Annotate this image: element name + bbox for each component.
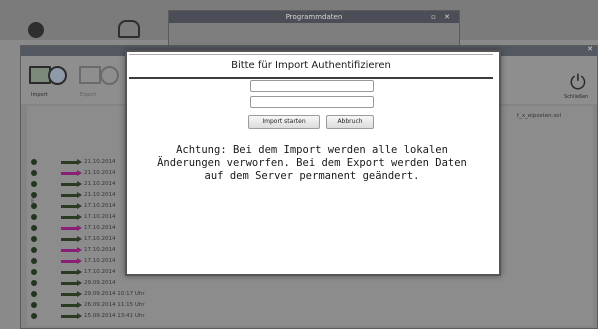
file-name: t_x_eiposten.sol <box>517 113 562 119</box>
dialog-title: Bitte für Import Authentifizieren <box>129 54 493 79</box>
list-item-date: 17.10.2014 <box>84 225 116 231</box>
list-item-date: 21.10.2014 <box>84 181 116 187</box>
list-item-date: 26.09.2014 11:15 Uhr <box>84 302 145 308</box>
export-arrow-icon <box>61 170 82 176</box>
warning-line: Achtung: Bei dem Import werden alle loka… <box>176 144 448 156</box>
import-arrow-icon <box>61 159 82 165</box>
list-item-date: 17.10.2014 <box>84 236 116 242</box>
list-item-date: 29.09.2014 10:17 Uhr <box>84 291 145 297</box>
user-icon <box>28 22 44 38</box>
list-item-date: 17.10.2014 <box>84 247 116 253</box>
import-arrow-icon <box>61 236 82 242</box>
import-arrow-icon <box>61 192 82 198</box>
list-item-date: 17.10.2014 <box>84 214 116 220</box>
import-arrow-icon <box>61 313 82 319</box>
export-arrow-icon <box>61 258 82 264</box>
cloud-icon <box>118 20 140 38</box>
status-dot-icon <box>31 181 37 187</box>
list-item[interactable]: 26.09.2014 11:15 Uhr <box>27 301 593 310</box>
import-arrow-icon <box>61 214 82 220</box>
import-arrow-icon <box>61 203 82 209</box>
auth-dialog: Bitte für Import Authentifizieren Import… <box>125 50 501 276</box>
export-monitor-icon[interactable] <box>79 66 101 84</box>
status-dot-icon <box>31 225 37 231</box>
import-arrow-icon <box>61 280 82 286</box>
import-start-button[interactable]: Import starten <box>248 115 320 129</box>
list-item-date: 17.10.2014 <box>84 258 116 264</box>
status-dot-icon <box>31 302 37 308</box>
import-arrow-icon <box>61 181 82 187</box>
list-item-date: 21.10.2014 <box>84 159 116 165</box>
status-dot-icon <box>31 291 37 297</box>
list-item-date: 15.09.2014 13:41 Uhr <box>84 313 145 319</box>
list-item-date: 21.10.2014 <box>84 192 116 198</box>
status-dot-icon <box>31 247 37 253</box>
export-label[interactable]: Export <box>80 92 96 98</box>
close-icon[interactable]: ✕ <box>587 45 593 53</box>
export-globe-icon[interactable] <box>100 66 119 85</box>
import-arrow-icon <box>61 302 82 308</box>
import-arrow-icon <box>61 269 82 275</box>
programmdaten-titlebar: Programmdaten ▫ ✕ <box>169 11 459 23</box>
warning-line: auf dem Server permanent geändert. <box>204 170 420 182</box>
status-dot-icon <box>31 159 37 165</box>
globe-icon[interactable] <box>48 66 67 85</box>
status-dot-icon <box>31 170 37 176</box>
list-item-date: 17.10.2014 <box>84 269 116 275</box>
list-item[interactable]: 29.09.2014 10:17 Uhr <box>27 290 593 299</box>
close-app-label[interactable]: Schließen <box>564 94 588 100</box>
status-dot-icon <box>31 269 37 275</box>
cancel-button[interactable]: Abbruch <box>326 115 374 129</box>
import-arrow-icon <box>61 291 82 297</box>
username-input[interactable] <box>250 80 374 92</box>
window-controls[interactable]: ▫ ✕ <box>431 11 453 23</box>
status-dot-icon <box>31 236 37 242</box>
export-arrow-icon <box>61 247 82 253</box>
status-dot-icon <box>31 280 37 286</box>
list-item-date: 21.10.2014 <box>84 170 116 176</box>
side-marker: E <box>31 198 35 205</box>
status-dot-icon <box>31 258 37 264</box>
status-dot-icon <box>31 214 37 220</box>
import-label[interactable]: Import <box>31 92 48 98</box>
export-arrow-icon <box>61 225 82 231</box>
list-item-date: 17.10.2014 <box>84 203 116 209</box>
password-input[interactable] <box>250 96 374 108</box>
list-item[interactable]: 29.09.2014 <box>27 279 593 288</box>
list-item-date: 29.09.2014 <box>84 280 116 286</box>
warning-message: Achtung: Bei dem Import werden alle loka… <box>129 144 495 183</box>
status-dot-icon <box>31 313 37 319</box>
list-item[interactable]: 15.09.2014 13:41 Uhr <box>27 312 593 321</box>
power-icon[interactable]: ⏻ <box>570 72 586 92</box>
warning-line: Änderungen verworfen. Bei dem Export wer… <box>157 157 467 169</box>
programmdaten-title: Programmdaten <box>285 13 343 21</box>
